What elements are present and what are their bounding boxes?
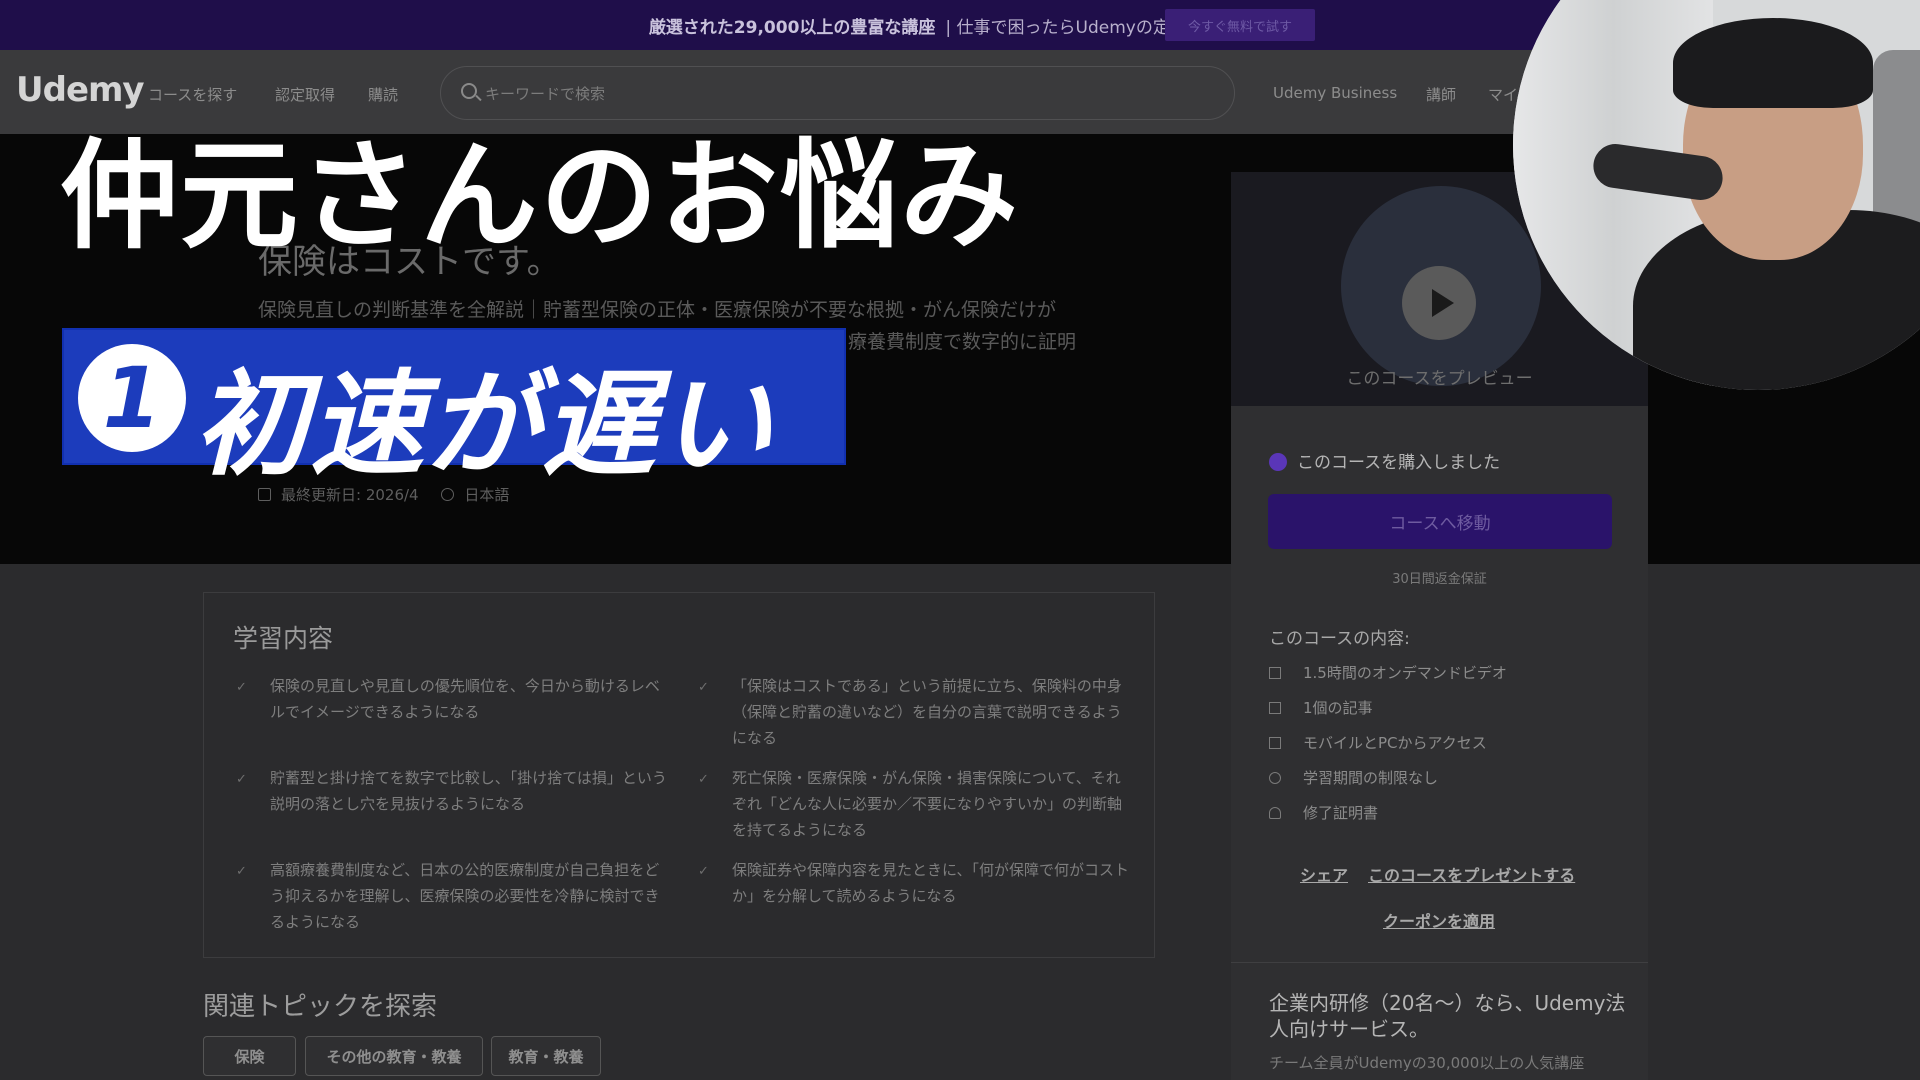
info-icon — [1269, 453, 1287, 471]
related-topics-title: 関連トピックを探索 — [203, 992, 438, 1022]
include-lifetime: 学習期間の制限なし — [1269, 767, 1438, 788]
banner-headline: 厳選された29,000以上の豊富な講座 — [648, 17, 936, 38]
topic-tag-other-education[interactable]: その他の教育・教養 — [305, 1036, 483, 1076]
check-icon: ✓ — [236, 680, 247, 695]
nav-udemy-business[interactable]: Udemy Business — [1273, 84, 1397, 102]
include-certificate: 修了証明書 — [1269, 802, 1378, 823]
purchased-text: このコースを購入しました — [1297, 453, 1501, 473]
learn-item: ✓ 高額療養費制度など、日本の公的医療制度が自己負担をどう抑えるかを理解し、医療保… — [236, 857, 670, 935]
apply-coupon-link[interactable]: クーポンを適用 — [1383, 908, 1495, 932]
include-text: 修了証明書 — [1303, 804, 1379, 822]
nav-instructor[interactable]: 講師 — [1426, 84, 1456, 105]
overlay-number: 1 — [78, 344, 186, 452]
learn-item-text: 貯蓄型と掛け捨てを数字で比較し、「掛け捨ては損」という説明の落とし穴を見抜けるよ… — [270, 769, 667, 813]
learn-item-text: 「保険はコストである」という前提に立ち、保険料の中身（保障と貯蓄の違いなど）を自… — [732, 677, 1122, 747]
share-link[interactable]: シェア — [1300, 862, 1348, 886]
include-text: モバイルとPCからアクセス — [1303, 734, 1487, 752]
learn-item: ✓ 死亡保険・医療保険・がん保険・損害保険について、それぞれ「どんな人に必要か／不… — [698, 765, 1132, 843]
overlay-point-box: 1 初速が遅い — [62, 328, 846, 491]
check-icon: ✓ — [236, 864, 247, 879]
learn-title: 学習内容 — [233, 624, 334, 653]
mobile-icon — [1269, 737, 1281, 749]
what-you-learn-box: 学習内容 ✓ 保険の見直しや見直しの優先順位を、今日から動けるレベルでイメージでき… — [203, 592, 1155, 958]
learn-item-text: 保険証券や保障内容を見たときに、「何が保障で何がコストか」を分解して読めるように… — [732, 861, 1130, 905]
learn-item-text: 保険の見直しや見直しの優先順位を、今日から動けるレベルでイメージできるようになる — [270, 677, 660, 721]
include-article: 1個の記事 — [1269, 697, 1373, 718]
gift-course-link[interactable]: このコースをプレゼントする — [1368, 862, 1575, 886]
topic-tag-insurance[interactable]: 保険 — [203, 1036, 296, 1076]
business-promo-title: 企業内研修（20名〜）なら、Udemy法人向けサービス。 — [1269, 991, 1626, 1041]
learn-item: ✓ 「保険はコストである」という前提に立ち、保険料の中身（保障と貯蓄の違いなど）を… — [698, 673, 1132, 751]
check-icon: ✓ — [698, 680, 709, 695]
card-divider — [1231, 962, 1648, 963]
learn-item: ✓ 貯蓄型と掛け捨てを数字で比較し、「掛け捨ては損」という説明の落とし穴を見抜ける… — [236, 765, 670, 817]
business-promo-text: チーム全員がUdemyの30,000以上の人気講座 — [1269, 1054, 1585, 1072]
include-text: 学習期間の制限なし — [1303, 769, 1439, 787]
include-text: 1.5時間のオンデマンドビデオ — [1303, 664, 1507, 682]
topic-tag-education[interactable]: 教育・教養 — [491, 1036, 601, 1076]
check-icon: ✓ — [698, 864, 709, 879]
play-icon[interactable] — [1402, 266, 1476, 340]
learn-item-text: 死亡保険・医療保険・がん保険・損害保険について、それぞれ「どんな人に必要か／不要… — [732, 769, 1123, 839]
search-icon — [461, 83, 477, 99]
video-icon — [1269, 667, 1281, 679]
trophy-icon — [1269, 807, 1281, 819]
course-subtitle-line1: 保険見直しの判断基準を全解説｜貯蓄型保険の正体・医療保険が不要な根拠・がん保険だ… — [258, 299, 1057, 321]
go-to-course-button[interactable]: コースへ移動 — [1268, 494, 1612, 549]
include-video: 1.5時間のオンデマンドビデオ — [1269, 662, 1507, 683]
check-icon: ✓ — [698, 772, 709, 787]
includes-title: このコースの内容: — [1269, 629, 1410, 649]
money-back-guarantee: 30日間返金保証 — [1392, 572, 1487, 587]
include-mobile: モバイルとPCからアクセス — [1269, 732, 1487, 753]
banner-cta-button[interactable]: 今すぐ無料で試す — [1165, 9, 1315, 41]
file-icon — [1269, 702, 1281, 714]
purchased-notice: このコースを購入しました — [1269, 448, 1500, 473]
overlay-point: 初速が遅い — [194, 358, 775, 491]
include-text: 1個の記事 — [1303, 699, 1373, 717]
webcam-overlay — [1513, 0, 1920, 390]
learn-item-text: 高額療養費制度など、日本の公的医療制度が自己負担をどう抑えるかを理解し、医療保険… — [270, 861, 660, 931]
infinity-icon — [1269, 772, 1281, 784]
check-icon: ✓ — [236, 772, 247, 787]
overlay-title: 仲元さんのお悩み — [60, 127, 1021, 265]
webcam-presenter-hair — [1673, 18, 1873, 108]
learn-item: ✓ 保険証券や保障内容を見たときに、「何が保障で何がコストか」を分解して読めるよう… — [698, 857, 1132, 909]
learn-item: ✓ 保険の見直しや見直しの優先順位を、今日から動けるレベルでイメージできるようにな… — [236, 673, 670, 725]
